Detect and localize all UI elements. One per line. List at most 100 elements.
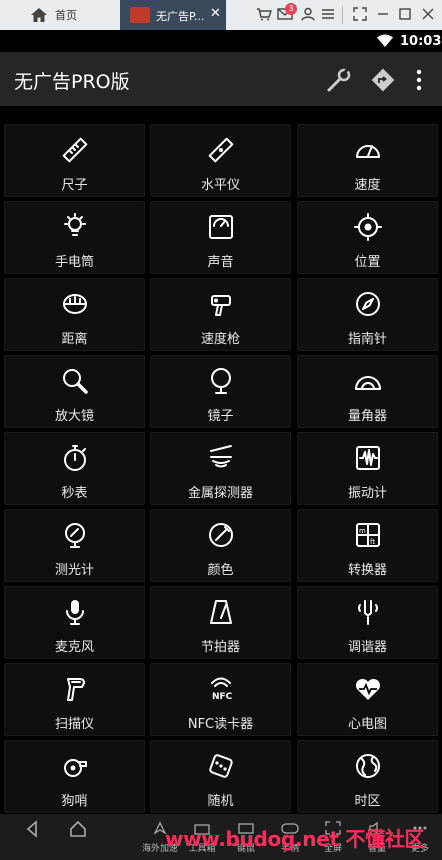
microphone-icon [65,600,84,625]
tool-tile[interactable]: 调谐器 [297,586,438,659]
tool-tile[interactable]: 速度枪 [150,278,291,351]
notification-badge: 3 [285,3,297,15]
tool-tile[interactable]: NFC NFC读卡器 [150,663,291,736]
tape-measure-icon [62,294,87,314]
tool-label: NFC读卡器 [187,717,254,732]
divider [342,6,343,24]
tool-tile[interactable]: 扫描仪 [4,663,145,736]
tool-label: 镜子 [207,409,234,424]
status-bar: 10:03 [0,30,442,52]
tool-label: 声音 [207,255,234,270]
watermark: www.budog.net 不懂社区 [165,827,425,851]
tool-label: 水平仪 [200,178,240,193]
app-tab-icon [130,7,150,23]
tool-label: 振动计 [347,486,387,501]
user-icon[interactable] [299,5,317,23]
tab-home[interactable]: 首页 [55,7,77,23]
tool-tile[interactable]: 放大镜 [4,355,145,428]
emulator-title-bar: 首页 无广告P... ✕ 3 [0,0,442,30]
dice-icon [208,754,233,778]
tool-tile[interactable]: 量角器 [297,355,438,428]
back-button[interactable] [12,820,52,842]
whistle-icon [63,759,87,777]
compass-icon [355,292,380,316]
tool-tile[interactable]: 金属探测器 [150,432,291,505]
scanner-icon [66,678,85,701]
level-icon [208,137,233,163]
tool-tile[interactable]: 秒表 [4,432,145,505]
tool-label: 距离 [61,332,88,347]
tool-tile[interactable]: 指南针 [297,278,438,351]
tool-tile[interactable]: 心电图 [297,663,438,736]
magnifier-icon [62,369,88,394]
more-vert-icon[interactable] [414,67,424,93]
svg-text:ft: ft [370,538,375,546]
tool-tile[interactable]: 随机 [150,740,291,813]
tool-tile[interactable]: 麦克风 [4,586,145,659]
tool-tile[interactable]: 手电筒 [4,201,145,274]
tool-tile[interactable]: 颜色 [150,509,291,582]
converter-icon: mft [355,523,380,547]
home-icon[interactable] [28,4,50,26]
tool-tile[interactable]: 位置 [297,201,438,274]
tool-tile[interactable]: 狗哨 [4,740,145,813]
color-picker-icon [208,523,233,547]
tool-label: 扫描仪 [54,717,94,732]
home-nav-icon [70,820,86,837]
tool-label: 手电筒 [54,255,94,270]
tuner-icon [357,600,378,625]
tool-label: 颜色 [207,563,234,578]
tool-label: 节拍器 [200,640,240,655]
metal-detector-icon [209,445,232,468]
tool-tile[interactable]: m ft 转换器 [297,509,438,582]
speedometer-icon [355,145,380,158]
fullscreen-exit-icon[interactable] [351,5,369,23]
metronome-icon [209,600,232,624]
tool-tile[interactable]: 距离 [4,278,145,351]
tool-tile[interactable]: 速度 [297,124,438,197]
tool-label: 量角器 [347,409,387,424]
tool-label: 速度 [354,178,381,193]
tool-label: 秒表 [61,486,88,501]
close-window-icon[interactable] [419,5,437,23]
tool-label: 时区 [354,794,381,809]
menu-icon[interactable] [319,5,337,23]
minimize-icon[interactable] [374,5,392,23]
tab-app[interactable]: 无广告P... ✕ [120,0,226,30]
tool-tile[interactable]: 声音 [150,201,291,274]
wifi-icon [377,34,393,47]
tool-label: 放大镜 [54,409,94,424]
tool-tile[interactable]: 测光计 [4,509,145,582]
globe-icon [355,754,380,778]
directions-icon[interactable] [370,67,396,93]
home-button[interactable] [58,820,98,842]
tool-tile[interactable]: 节拍器 [150,586,291,659]
status-time: 10:03 [400,34,442,49]
svg-text:NFC: NFC [212,692,233,702]
back-icon [26,820,37,838]
vibrometer-icon [355,446,380,470]
maximize-icon[interactable] [396,5,414,23]
tools-grid: 尺子 水平仪 速度手电筒 声音 位置距离 速度枪 指南针放大镜 镜子 量角器秒表 金属探测器 振动计… [4,124,440,814]
app-title: 无广告PRO版 [14,71,130,93]
close-tab-icon[interactable]: ✕ [210,6,221,21]
tool-tile[interactable]: 镜子 [150,355,291,428]
stopwatch-icon [63,445,86,471]
store-icon[interactable] [255,5,273,23]
tool-tile[interactable]: 尺子 [4,124,145,197]
tool-label: 转换器 [347,563,387,578]
sound-meter-icon [208,215,233,239]
ruler-icon [62,137,87,163]
tool-tile[interactable]: 水平仪 [150,124,291,197]
tool-label: 位置 [354,255,381,270]
protractor-icon [354,376,381,390]
tool-label: 测光计 [54,563,94,578]
tool-label: 麦克风 [54,640,94,655]
nfc-icon: NFC [210,677,233,702]
tool-tile[interactable]: 时区 [297,740,438,813]
heart-rate-icon [355,678,380,700]
svg-text:m: m [359,527,366,535]
tool-tile[interactable]: 振动计 [297,432,438,505]
app-bar: 无广告PRO版 [0,52,442,106]
wrench-icon[interactable] [326,67,352,93]
